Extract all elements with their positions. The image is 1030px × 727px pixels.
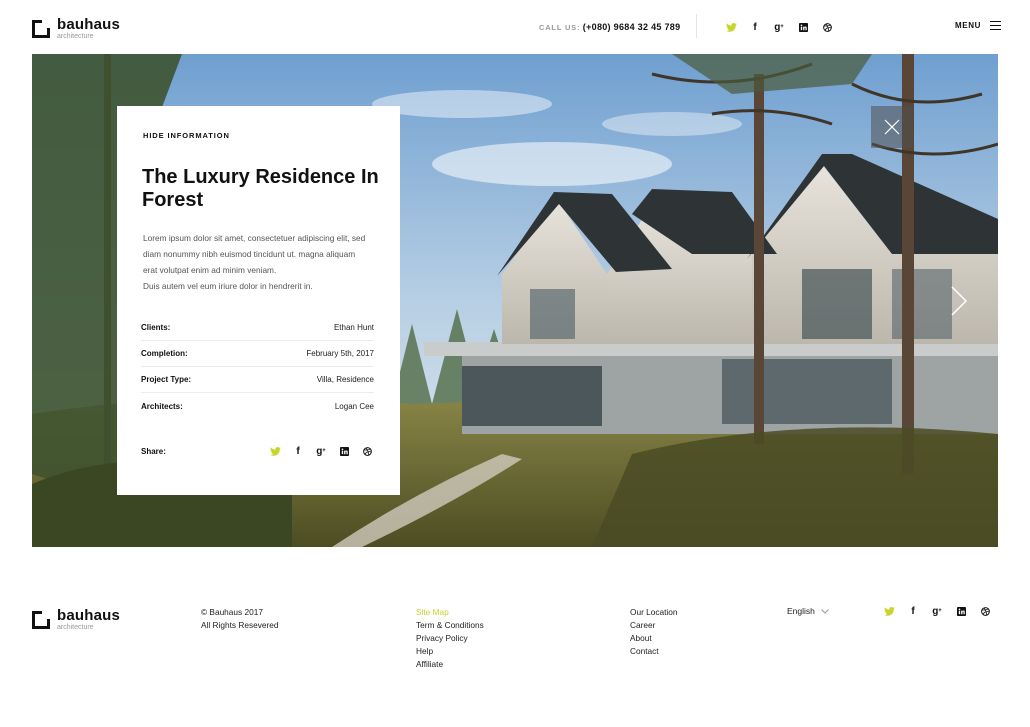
language-value: English [787, 606, 815, 616]
header-divider [696, 14, 697, 38]
detail-row-project-type: Project Type: Villa, Residence [141, 367, 374, 393]
chevron-right-icon [951, 286, 968, 316]
close-icon [884, 119, 900, 135]
footer-link-terms[interactable]: Term & Conditions [416, 619, 484, 632]
next-slide-button[interactable] [948, 284, 970, 318]
close-info-button[interactable] [871, 106, 913, 148]
linkedin-icon[interactable] [337, 444, 351, 458]
hamburger-icon [989, 21, 1001, 30]
facebook-icon[interactable]: f [291, 444, 305, 458]
logo-mark-icon [32, 610, 50, 629]
call-label: CALL US: [539, 23, 581, 32]
twitter-icon[interactable] [268, 444, 282, 458]
description-line: diam nonummy nibh euismod tincidunt ut. … [143, 249, 356, 259]
detail-value: Logan Cee [334, 401, 374, 411]
menu-label: MENU [955, 21, 981, 30]
call-us: CALL US: (+080) 9684 32 45 789 [539, 22, 680, 32]
share-social-links: f g + [259, 444, 374, 458]
footer-link-contact[interactable]: Contact [630, 645, 678, 658]
twitter-icon[interactable] [724, 20, 738, 34]
detail-label: Architects: [141, 401, 183, 411]
google-plus-icon[interactable]: g + [930, 604, 944, 618]
project-details: Clients: Ethan Hunt Completion: February… [141, 315, 374, 419]
footer-link-our-location[interactable]: Our Location [630, 606, 678, 619]
footer-link-privacy[interactable]: Privacy Policy [416, 632, 484, 645]
brand-tagline: architecture [57, 33, 94, 40]
twitter-icon[interactable] [882, 604, 896, 618]
dribbble-icon[interactable] [820, 20, 834, 34]
footer-logo[interactable]: bauhaus architecture [32, 608, 120, 631]
footer-link-about[interactable]: About [630, 632, 678, 645]
project-title: The Luxury Residence In Forest [142, 166, 379, 211]
site-header: bauhaus architecture CALL US: (+080) 968… [0, 0, 1030, 54]
detail-row-architects: Architects: Logan Cee [141, 393, 374, 419]
google-plus-icon[interactable]: g + [314, 444, 328, 458]
hide-information-link[interactable]: HIDE INFORMATION [143, 131, 230, 140]
detail-row-clients: Clients: Ethan Hunt [141, 315, 374, 341]
brand-logo[interactable]: bauhaus architecture [32, 17, 120, 40]
detail-label: Clients: [141, 323, 171, 332]
project-info-card: HIDE INFORMATION The Luxury Residence In… [117, 106, 400, 495]
description-line: Duis autem vel eum iriure dolor in hendr… [143, 281, 313, 291]
detail-label: Completion: [141, 349, 188, 358]
detail-value: February 5th, 2017 [306, 349, 374, 358]
detail-value: Ethan Hunt [333, 323, 374, 332]
linkedin-icon[interactable] [796, 20, 810, 34]
description-line: Lorem ipsum dolor sit amet, consectetuer… [143, 233, 366, 243]
facebook-icon[interactable]: f [748, 20, 762, 34]
footer-links-col2: Our Location Career About Contact [630, 606, 678, 658]
footer-link-career[interactable]: Career [630, 619, 678, 632]
footer-link-affiliate[interactable]: Affiliate [416, 658, 484, 671]
project-description: Lorem ipsum dolor sit amet, consectetuer… [143, 230, 379, 294]
brand-tagline: architecture [57, 624, 94, 631]
detail-label: Project Type: [141, 375, 192, 384]
header-social-links: f g + [724, 20, 844, 34]
brand-name: bauhaus [57, 607, 121, 624]
description-line: erat volutpat enim ad minim veniam. [143, 265, 277, 275]
footer-copyright: © Bauhaus 2017 All Rights Resevered [201, 606, 278, 632]
google-plus-icon[interactable]: g + [772, 20, 786, 34]
call-number[interactable]: (+080) 9684 32 45 789 [583, 22, 681, 32]
share-label: Share: [141, 446, 166, 456]
footer-link-help[interactable]: Help [416, 645, 484, 658]
copyright-text: © Bauhaus 2017 [201, 607, 263, 617]
dribbble-icon[interactable] [360, 444, 374, 458]
menu-button[interactable]: MENU [955, 21, 1001, 30]
brand-name: bauhaus [57, 16, 121, 33]
dribbble-icon[interactable] [978, 604, 992, 618]
footer-links-col1: Site Map Term & Conditions Privacy Polic… [416, 606, 484, 671]
rights-text: All Rights Resevered [201, 620, 279, 630]
facebook-icon[interactable]: f [906, 604, 920, 618]
logo-mark-icon [32, 19, 50, 38]
linkedin-icon[interactable] [954, 604, 968, 618]
share-row: Share: f g + [141, 444, 374, 458]
chevron-down-icon [821, 608, 829, 614]
language-select[interactable]: English [787, 606, 829, 616]
detail-row-completion: Completion: February 5th, 2017 [141, 341, 374, 367]
footer-link-site-map[interactable]: Site Map [416, 606, 484, 619]
detail-value: Villa, Residence [316, 375, 374, 384]
footer-social-links: f g + [882, 604, 1002, 618]
